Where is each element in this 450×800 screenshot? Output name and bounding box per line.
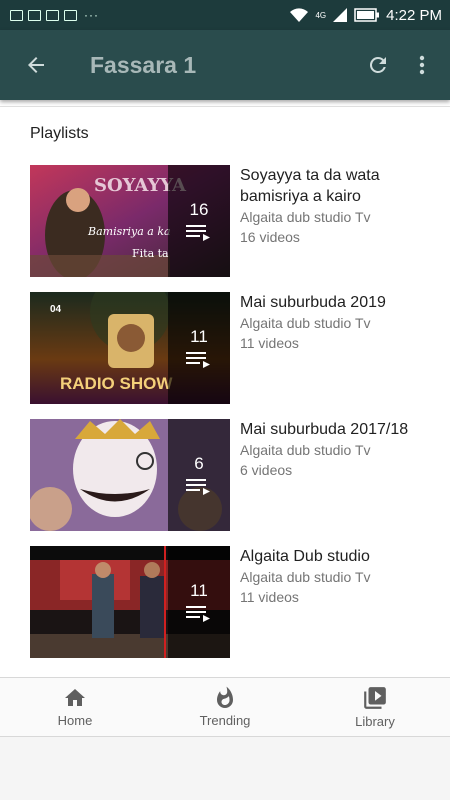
playlist-title: Mai suburbuda 2019 <box>240 294 386 311</box>
wifi-icon <box>290 8 309 22</box>
playlist-info: Mai suburbuda 2017/18 Algaita dub studio… <box>240 419 430 480</box>
playlist-count-overlay: 6 <box>168 419 230 531</box>
playlist-count-overlay: 11 <box>168 546 230 658</box>
playlist-video-count: 11 videos <box>240 589 299 605</box>
clock: 4:22 PM <box>386 6 442 24</box>
notification-icons: ··· <box>10 8 99 22</box>
playlist-item[interactable]: 11 Algaita Dub studio Algaita dub studio… <box>30 546 430 658</box>
playlist-count-overlay: 16 <box>168 165 230 277</box>
video-count: 11 <box>190 327 208 346</box>
playlist-item[interactable]: 6 Mai suburbuda 2017/18 Algaita dub stud… <box>30 419 430 531</box>
playlist-item[interactable]: 04 RADIO SHOW 11 Mai suburbuda 2019 Alga… <box>30 292 430 404</box>
playlist-video-count: 6 videos <box>240 462 293 478</box>
video-count: 6 <box>194 454 204 473</box>
more-vert-icon <box>419 55 425 75</box>
signal-label: 4G <box>315 10 327 20</box>
download-notification-icon <box>46 9 59 21</box>
more-options-button[interactable] <box>400 30 444 100</box>
app-notification-icon <box>28 9 41 21</box>
playlist-title: Soyayya ta da wata bamisriya a kairo <box>240 167 380 205</box>
video-count: 11 <box>190 581 208 600</box>
playlist-list: Playlists SOYAYYA Bamisriya a ka Fita ta… <box>0 100 450 677</box>
nav-library[interactable]: Library <box>300 678 450 736</box>
thumbnail-subtitle-2: Fita ta <box>132 247 169 260</box>
image-notification-icon <box>10 9 23 21</box>
playlist-thumbnail[interactable]: 6 <box>30 419 230 531</box>
playlist-info: Soyayya ta da wata bamisriya a kairo Alg… <box>240 165 430 247</box>
refresh-button[interactable] <box>356 30 400 100</box>
back-button[interactable] <box>6 30 66 100</box>
playlist-play-icon <box>186 352 210 368</box>
thumbnail-badge: 04 <box>50 304 62 315</box>
playlist-channel: Algaita dub studio Tv <box>240 442 371 458</box>
playlist-thumbnail[interactable]: 04 RADIO SHOW 11 <box>30 292 230 404</box>
refresh-icon <box>369 56 386 73</box>
nav-library-label: Library <box>355 714 395 729</box>
playlist-title: Algaita Dub studio <box>240 548 370 565</box>
bottom-navigation: Home Trending Library <box>0 677 450 737</box>
playlist-channel: Algaita dub studio Tv <box>240 209 371 225</box>
status-bar: ··· 4G 4:22 PM <box>0 0 450 30</box>
nav-home-label: Home <box>57 713 93 728</box>
playlist-play-icon <box>186 479 210 495</box>
playlist-item[interactable]: SOYAYYA Bamisriya a ka Fita ta 16 Soyayy… <box>30 165 430 277</box>
nav-trending-label: Trending <box>199 713 251 728</box>
battery-icon <box>354 8 380 22</box>
playlist-channel: Algaita dub studio Tv <box>240 315 371 331</box>
playlist-play-icon <box>186 606 210 622</box>
playlist-channel: Algaita dub studio Tv <box>240 569 371 585</box>
playlist-video-count: 11 videos <box>240 335 299 351</box>
system-nav-area <box>0 738 450 800</box>
app-bar: Fassara 1 <box>0 30 450 100</box>
thumbnail-title: RADIO SHOW <box>60 374 173 393</box>
more-notifications-icon: ··· <box>84 8 99 22</box>
arrow-back-icon <box>28 57 44 73</box>
playlist-info: Mai suburbuda 2019 Algaita dub studio Tv… <box>240 292 430 353</box>
cell-signal-icon <box>333 8 348 22</box>
library-icon <box>364 687 386 709</box>
video-count: 16 <box>189 200 209 219</box>
playlist-thumbnail[interactable]: 11 <box>30 546 230 658</box>
page-title: Fassara 1 <box>90 51 197 78</box>
section-title: Playlists <box>30 125 89 142</box>
calendar-notification-icon <box>64 9 77 21</box>
flame-icon <box>217 686 233 708</box>
playlist-info: Algaita Dub studio Algaita dub studio Tv… <box>240 546 430 607</box>
divider <box>0 106 450 107</box>
playlist-video-count: 16 videos <box>240 229 300 245</box>
home-icon <box>65 689 85 706</box>
thumbnail-subtitle: Bamisriya a ka <box>88 225 171 238</box>
nav-home[interactable]: Home <box>0 678 150 736</box>
playlist-play-icon <box>186 225 210 241</box>
playlist-count-overlay: 11 <box>168 292 230 404</box>
playlist-title: Mai suburbuda 2017/18 <box>240 421 409 438</box>
nav-trending[interactable]: Trending <box>150 678 300 736</box>
playlist-thumbnail[interactable]: SOYAYYA Bamisriya a ka Fita ta 16 <box>30 165 230 277</box>
